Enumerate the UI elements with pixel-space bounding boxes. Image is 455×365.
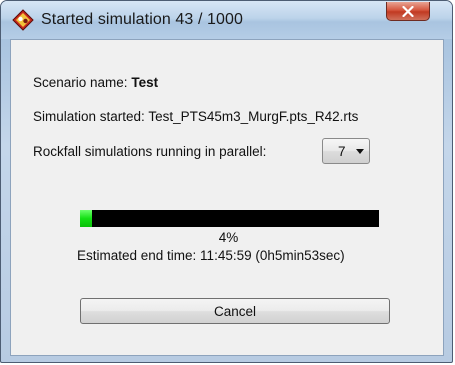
close-button[interactable] bbox=[386, 2, 430, 21]
simulation-started-value: Test_PTS45m3_MurgF.pts_R42.rts bbox=[148, 109, 359, 124]
chevron-down-icon bbox=[356, 149, 364, 154]
progress-bar bbox=[80, 210, 379, 227]
parallel-count-value: 7 bbox=[338, 144, 346, 159]
window-title: Started simulation 43 / 1000 bbox=[41, 11, 244, 28]
scenario-name-label: Scenario name: bbox=[33, 75, 128, 90]
title-bar[interactable]: Started simulation 43 / 1000 bbox=[1, 1, 452, 39]
parallel-simulations-label: Rockfall simulations running in parallel… bbox=[33, 144, 267, 159]
close-icon bbox=[402, 5, 414, 17]
cancel-button[interactable]: Cancel bbox=[80, 298, 390, 324]
estimated-end-time: Estimated end time: 11:45:59 (0h5min53se… bbox=[77, 248, 345, 263]
progress-bar-fill bbox=[80, 210, 92, 227]
scenario-name-value: Test bbox=[131, 75, 159, 90]
parallel-count-dropdown[interactable]: 7 bbox=[322, 138, 370, 164]
progress-percent: 4% bbox=[218, 230, 239, 245]
scenario-name-row: Scenario name: Test bbox=[33, 75, 158, 90]
simulation-started-row: Simulation started: Test_PTS45m3_MurgF.p… bbox=[33, 109, 358, 124]
simulation-started-label: Simulation started: bbox=[33, 109, 145, 124]
app-logo-icon bbox=[12, 9, 34, 31]
